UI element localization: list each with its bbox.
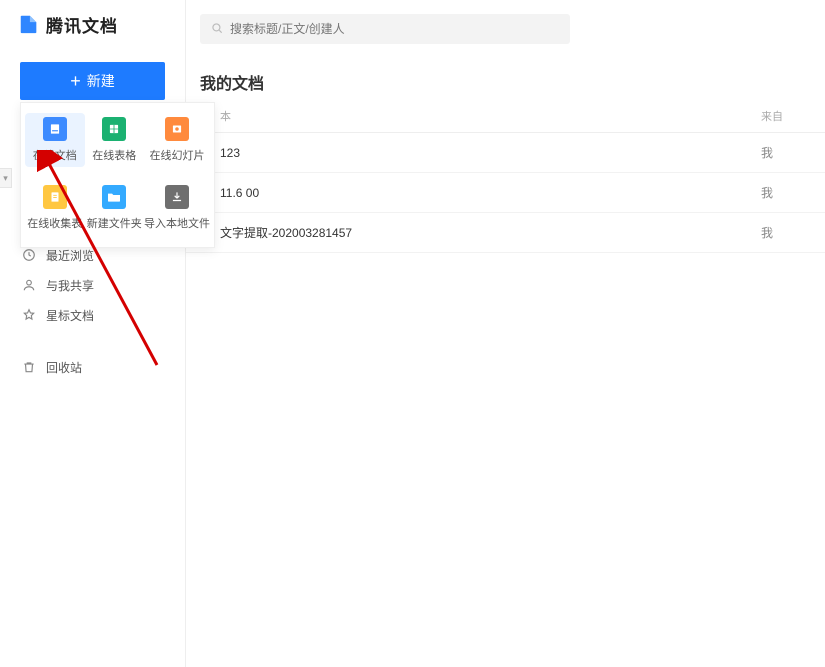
logo-icon (18, 13, 40, 35)
table-row[interactable]: 文字提取-202003281457 我 (186, 213, 825, 253)
menu-label: 导入本地文件 (144, 215, 210, 231)
collect-icon (43, 185, 67, 209)
row-source: 我 (761, 224, 811, 241)
plus-icon: + (70, 72, 81, 90)
import-icon (165, 185, 189, 209)
section-title: 我的文档 (200, 70, 825, 94)
search-box[interactable] (200, 14, 570, 44)
row-source: 我 (761, 144, 811, 161)
menu-label: 在线收集表 (27, 215, 82, 231)
table-header: 本 来自 (186, 108, 825, 133)
row-source: 我 (761, 184, 811, 201)
menu-label: 在线幻灯片 (150, 147, 205, 163)
row-name: 11.6 00 (200, 186, 761, 200)
nav-starred[interactable]: 星标文档 (0, 300, 185, 330)
nav-label: 回收站 (46, 359, 82, 376)
menu-label: 在线文档 (33, 147, 77, 163)
menu-item-import[interactable]: 导入本地文件 (144, 181, 210, 235)
row-name: 文字提取-202003281457 (200, 224, 761, 241)
search-input[interactable] (230, 22, 560, 36)
row-name: 123 (200, 146, 761, 160)
nav-label: 最近浏览 (46, 247, 94, 264)
clock-icon (22, 248, 36, 262)
user-icon (22, 278, 36, 292)
table-row[interactable]: 123 我 (186, 133, 825, 173)
sidebar-collapse-tab[interactable]: ▾ (0, 168, 12, 188)
main-content: 我的文档 本 来自 123 我 11.6 00 我 文字提取-202003281… (186, 0, 825, 667)
menu-item-collect[interactable]: 在线收集表 (25, 181, 85, 235)
sheet-icon (102, 117, 126, 141)
trash-icon (22, 360, 36, 374)
nav-label: 与我共享 (46, 277, 94, 294)
menu-label: 在线表格 (92, 147, 136, 163)
app-logo: 腾讯文档 (0, 0, 185, 48)
nav-label: 星标文档 (46, 307, 94, 324)
table-row[interactable]: 11.6 00 我 (186, 173, 825, 213)
star-icon (22, 308, 36, 322)
doc-icon (43, 117, 67, 141)
nav-trash[interactable]: 回收站 (0, 352, 185, 382)
menu-item-slide[interactable]: 在线幻灯片 (144, 113, 210, 167)
sidebar: 腾讯文档 + 新建 ▾ 最近浏览 与我共享 (0, 0, 186, 667)
new-menu-popup: 在线文档 在线表格 在线幻灯片 在线收集表 (20, 102, 215, 248)
new-button[interactable]: + 新建 (20, 62, 165, 100)
search-icon (210, 21, 224, 38)
sidebar-nav: 最近浏览 与我共享 星标文档 回收站 (0, 240, 185, 382)
menu-item-sheet[interactable]: 在线表格 (85, 113, 145, 167)
col-header-source: 来自 (761, 108, 811, 124)
app-name: 腾讯文档 (46, 12, 118, 37)
menu-item-folder[interactable]: 新建文件夹 (85, 181, 145, 235)
slide-icon (165, 117, 189, 141)
nav-shared[interactable]: 与我共享 (0, 270, 185, 300)
col-header-name: 本 (200, 108, 761, 124)
menu-item-doc[interactable]: 在线文档 (25, 113, 85, 167)
new-button-label: 新建 (87, 71, 115, 91)
folder-icon (102, 185, 126, 209)
menu-label: 新建文件夹 (87, 215, 142, 231)
